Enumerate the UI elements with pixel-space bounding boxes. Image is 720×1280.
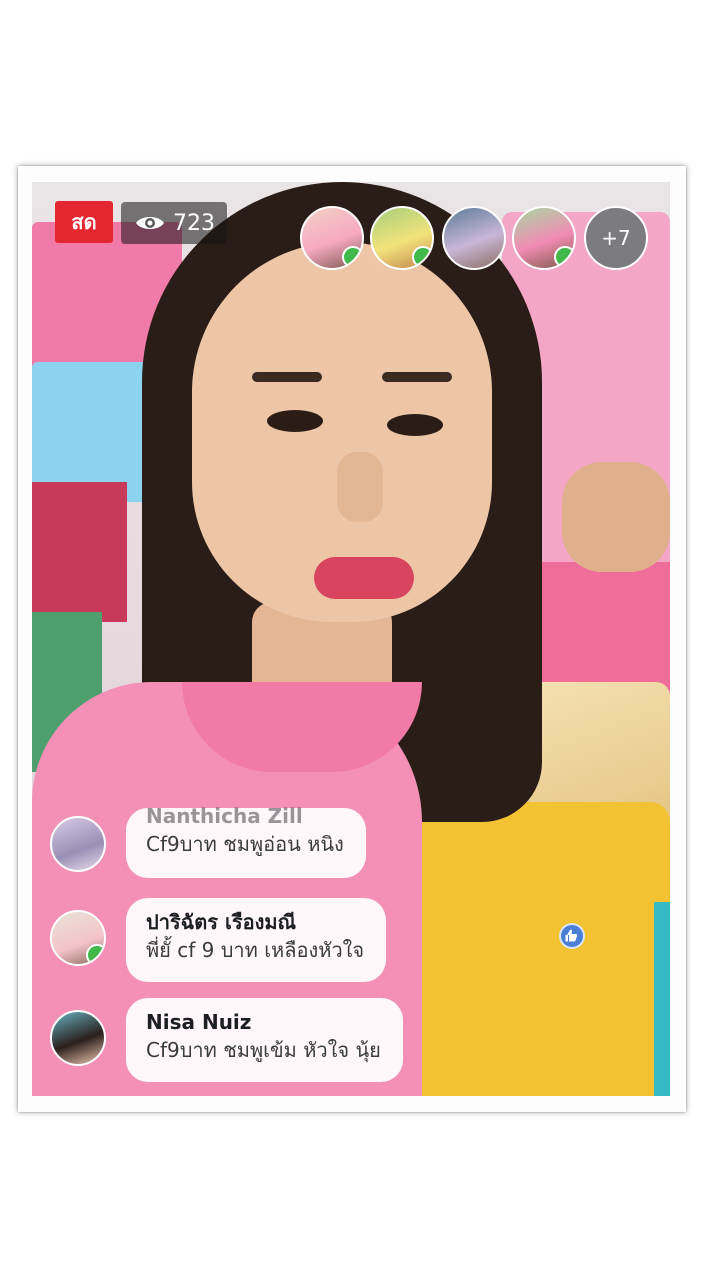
hanging-shirt-red: [32, 482, 127, 622]
presenter-hand: [562, 462, 670, 572]
hanging-shirt-blue: [32, 362, 152, 502]
guest-avatar-3[interactable]: [442, 206, 506, 270]
comment-bubble: ปาริฉัตร เรืองมณี พี่ยั้ cf 9 บาท เหลือง…: [126, 898, 387, 982]
presenter-eye-right: [387, 414, 443, 436]
comment-text: Cf9บาท ชมพูอ่อน หนิง: [146, 832, 344, 856]
sweater-teal: [654, 902, 670, 1096]
comment-bubble: Nanthicha Zill Cf9บาท ชมพูอ่อน หนิง: [126, 804, 366, 878]
comment-text: Cf9บาท ชมพูเข้ม หัวใจ นุ้ย: [146, 1038, 381, 1062]
presenter-brow-left: [252, 372, 322, 382]
commenter-avatar[interactable]: [50, 816, 106, 872]
viewer-count: 723: [173, 210, 215, 236]
presenter-nose: [337, 452, 383, 522]
like-reaction-icon[interactable]: [559, 923, 585, 949]
comment-bubble: Nisa Nuiz Cf9บาท ชมพูเข้ม หัวใจ นุ้ย: [126, 998, 403, 1082]
video-camera-icon: [554, 246, 574, 268]
eye-icon: [135, 213, 165, 233]
presenter-lips: [314, 557, 414, 599]
viewer-count-pill[interactable]: 723: [121, 202, 227, 244]
guest-avatar-1[interactable]: [300, 206, 364, 270]
video-camera-icon: [86, 944, 104, 964]
commenter-avatar[interactable]: [50, 910, 106, 966]
presenter-brow-right: [382, 372, 452, 382]
commenter-name: ปาริฉัตร เรืองมณี: [146, 910, 297, 934]
guest-avatars: +7: [300, 206, 660, 272]
more-guests-button[interactable]: +7: [584, 206, 648, 270]
comments-feed: Nanthicha Zill Cf9บาท ชมพูอ่อน หนิง ปาริ…: [40, 800, 460, 1090]
guest-avatar-2[interactable]: [370, 206, 434, 270]
live-badge: สด: [55, 201, 113, 243]
commenter-name: Nisa Nuiz: [146, 1010, 252, 1034]
guest-avatar-4[interactable]: [512, 206, 576, 270]
commenter-avatar[interactable]: [50, 1010, 106, 1066]
video-camera-icon: [342, 246, 362, 268]
comment-text: พี่ยั้ cf 9 บาท เหลืองหัวใจ: [146, 938, 365, 962]
presenter-eye-left: [267, 410, 323, 432]
video-camera-icon: [412, 246, 432, 268]
commenter-name: Nanthicha Zill: [146, 804, 303, 828]
